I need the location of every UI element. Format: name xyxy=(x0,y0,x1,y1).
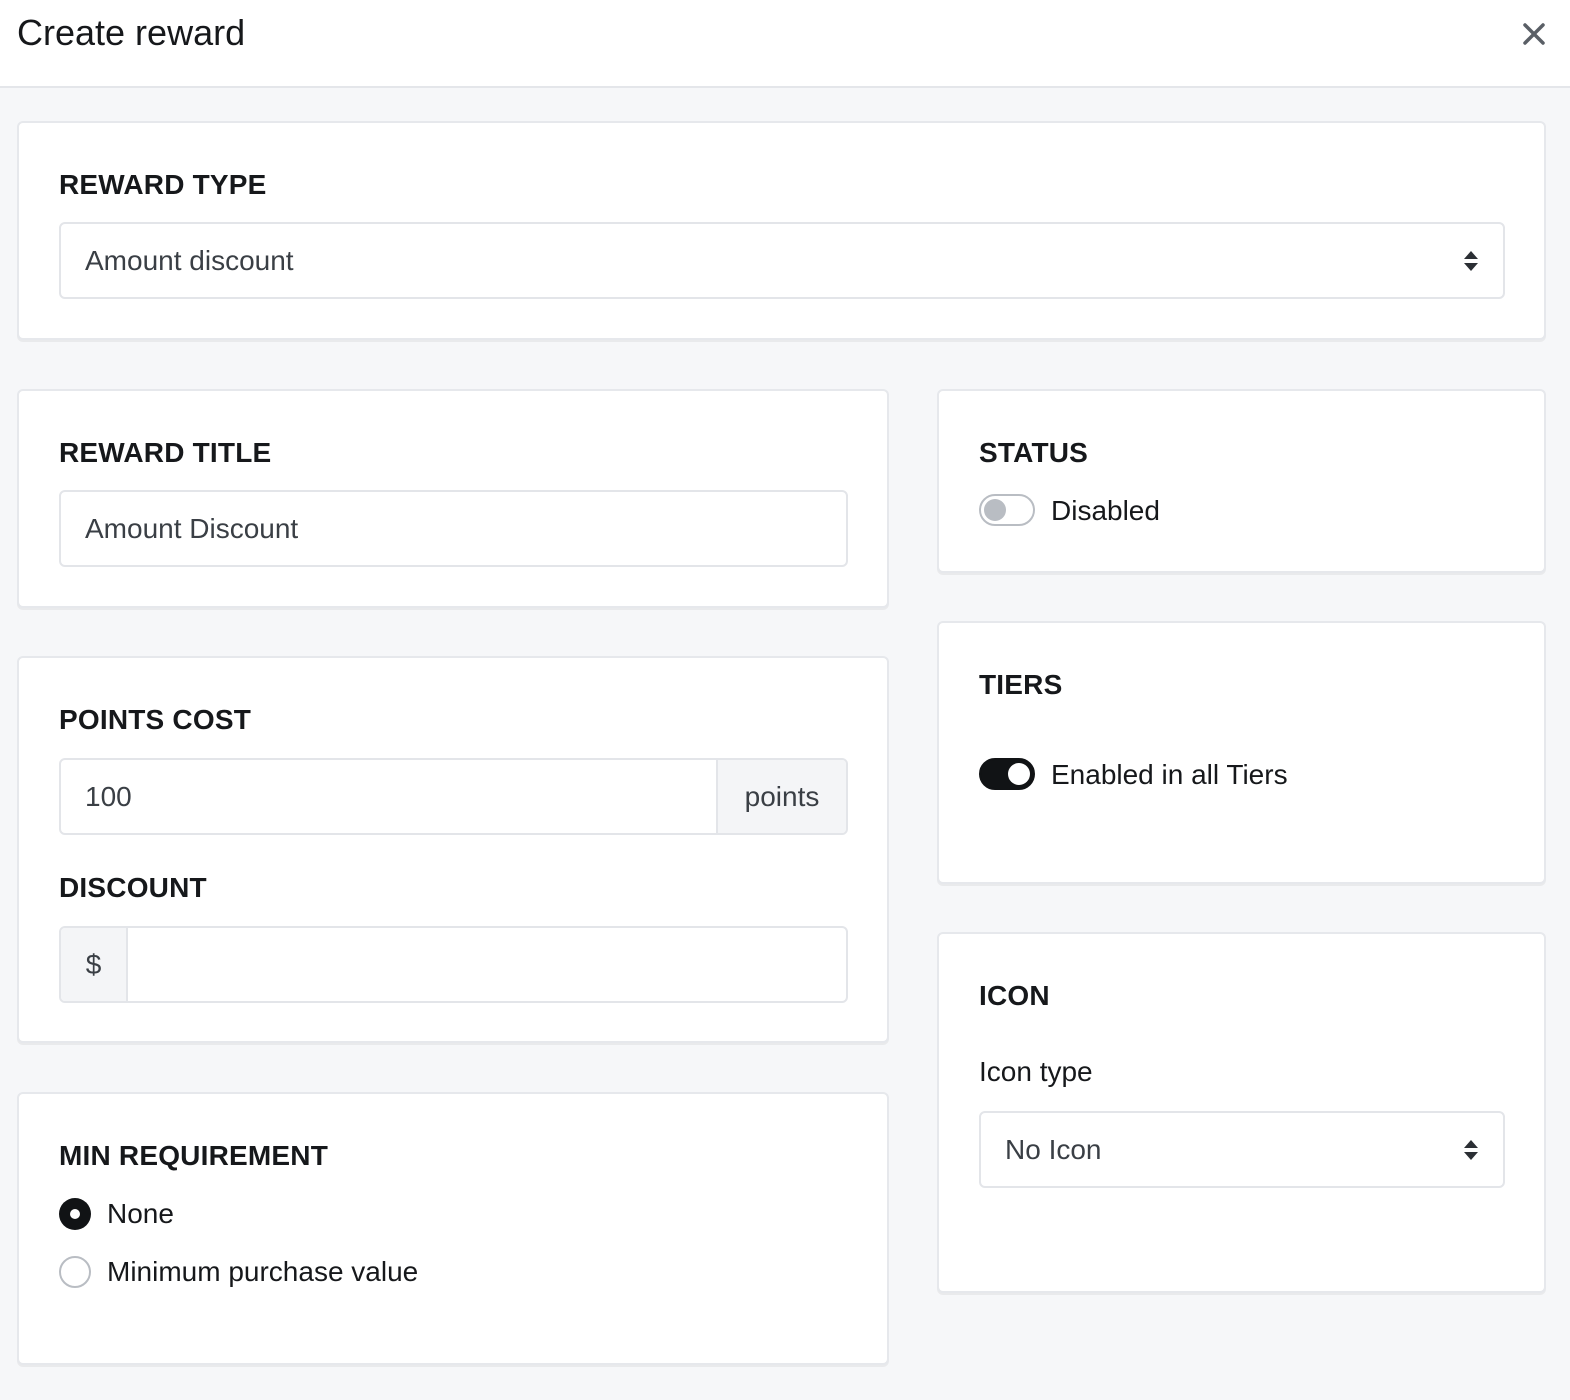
icon-type-value: No Icon xyxy=(1005,1133,1102,1165)
reward-title-value: Amount Discount xyxy=(85,512,299,544)
status-card: STATUS Disabled xyxy=(937,389,1546,573)
status-toggle-knob xyxy=(984,499,1006,521)
sort-arrows-icon xyxy=(1464,250,1478,271)
icon-label: ICON xyxy=(979,980,1050,1011)
tiers-toggle[interactable] xyxy=(979,758,1035,790)
reward-type-select[interactable]: Amount discount xyxy=(59,222,1505,299)
radio-none-label[interactable]: None xyxy=(107,1198,174,1230)
status-toggle[interactable] xyxy=(979,494,1035,526)
points-suffix: points xyxy=(716,760,846,833)
icon-type-select[interactable]: No Icon xyxy=(979,1111,1505,1188)
tiers-toggle-label: Enabled in all Tiers xyxy=(1051,759,1288,790)
reward-type-card: REWARD TYPE Amount discount xyxy=(17,121,1546,340)
modal-header: Create reward xyxy=(0,0,1570,88)
close-icon[interactable] xyxy=(1520,20,1548,48)
reward-title-input[interactable]: Amount Discount xyxy=(59,490,848,567)
points-cost-card: POINTS COST 100 points DISCOUNT $ xyxy=(17,656,889,1043)
radio-none[interactable] xyxy=(59,1198,91,1230)
tiers-card: TIERS Enabled in all Tiers xyxy=(937,621,1546,884)
points-cost-label: POINTS COST xyxy=(59,704,251,735)
page-title: Create reward xyxy=(17,12,246,53)
tiers-label: TIERS xyxy=(979,669,1063,700)
points-cost-input[interactable]: 100 points xyxy=(59,758,848,835)
status-toggle-label: Disabled xyxy=(1051,495,1160,526)
sort-arrows-icon xyxy=(1464,1139,1478,1160)
discount-input[interactable]: $ xyxy=(59,926,848,1003)
min-requirement-label: MIN REQUIREMENT xyxy=(59,1140,328,1171)
icon-card: ICON Icon type No Icon xyxy=(937,932,1546,1293)
radio-minimum-purchase-label[interactable]: Minimum purchase value xyxy=(107,1256,418,1288)
points-suffix-text: points xyxy=(744,780,820,812)
status-label: STATUS xyxy=(979,437,1089,468)
discount-label: DISCOUNT xyxy=(59,872,207,903)
reward-title-label: REWARD TITLE xyxy=(59,437,272,468)
reward-type-label: REWARD TYPE xyxy=(59,169,267,200)
tiers-toggle-knob xyxy=(1008,763,1030,785)
points-cost-value: 100 xyxy=(85,780,132,812)
reward-type-value: Amount discount xyxy=(85,244,294,276)
discount-prefix-text: $ xyxy=(85,948,102,980)
discount-prefix: $ xyxy=(61,928,128,1001)
min-requirement-card: MIN REQUIREMENT None Minimum purchase va… xyxy=(17,1092,889,1365)
reward-title-card: REWARD TITLE Amount Discount xyxy=(17,389,889,608)
radio-minimum-purchase[interactable] xyxy=(59,1256,91,1288)
icon-type-label: Icon type xyxy=(979,1056,1093,1087)
